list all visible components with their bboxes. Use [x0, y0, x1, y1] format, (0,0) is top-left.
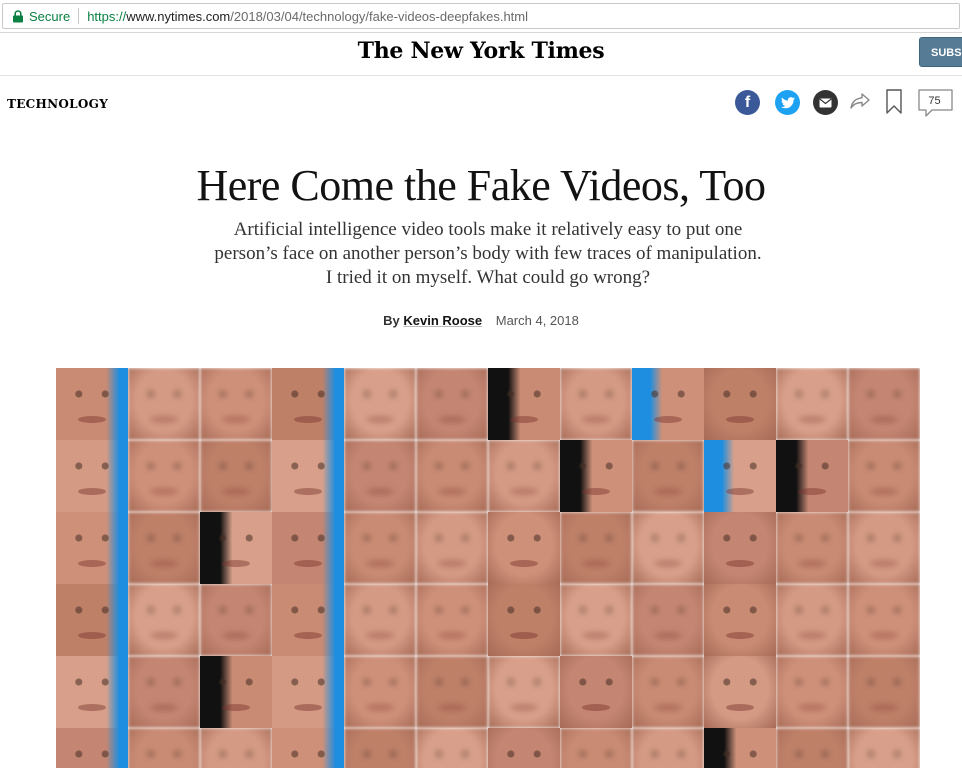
- face-tile: [848, 584, 920, 656]
- comment-count: 75: [928, 95, 941, 107]
- face-tile: [128, 728, 200, 768]
- face-tile: [200, 440, 272, 512]
- face-tile: [416, 368, 488, 440]
- face-tile: [560, 512, 632, 584]
- masthead: The New York Times SUBSC: [0, 33, 962, 76]
- face-tile: [776, 728, 848, 768]
- face-tile: [632, 584, 704, 656]
- face-tile: [56, 656, 128, 728]
- face-tile: [272, 512, 344, 584]
- url-field[interactable]: Secure https://www.nytimes.com/2018/03/0…: [2, 3, 960, 29]
- address-divider: [78, 8, 80, 24]
- face-tile: [488, 728, 560, 768]
- face-tile: [776, 584, 848, 656]
- face-tile: [632, 440, 704, 512]
- face-tile: [128, 656, 200, 728]
- secure-label: Secure: [29, 8, 71, 24]
- face-tile: [272, 728, 344, 768]
- face-tile: [416, 512, 488, 584]
- face-tile: [200, 512, 272, 584]
- face-tile: [632, 368, 704, 440]
- face-tile: [344, 368, 416, 440]
- face-tile: [488, 656, 560, 728]
- lead-image-face-grid: [56, 368, 920, 768]
- face-tile: [848, 368, 920, 440]
- face-tile: [56, 440, 128, 512]
- face-tile: [56, 728, 128, 768]
- face-tile: [776, 512, 848, 584]
- face-tile: [848, 656, 920, 728]
- face-tile: [560, 440, 632, 512]
- facebook-icon[interactable]: f: [735, 90, 760, 115]
- face-tile: [416, 728, 488, 768]
- section-label[interactable]: TECHNOLOGY: [7, 97, 108, 111]
- face-tile: [272, 584, 344, 656]
- face-tile: [488, 368, 560, 440]
- face-tile: [704, 584, 776, 656]
- face-tile: [416, 584, 488, 656]
- face-tile: [488, 440, 560, 512]
- byline: By Kevin Roose March 4, 2018: [0, 313, 962, 328]
- author-link[interactable]: Kevin Roose: [403, 313, 482, 328]
- face-tile: [632, 512, 704, 584]
- face-tile: [56, 584, 128, 656]
- subscribe-button[interactable]: SUBSC: [919, 37, 962, 67]
- face-tile: [344, 728, 416, 768]
- browser-address-bar: Secure https://www.nytimes.com/2018/03/0…: [0, 0, 962, 33]
- lock-icon: [13, 9, 23, 22]
- face-tile: [704, 656, 776, 728]
- face-tile: [632, 656, 704, 728]
- face-tile: [200, 656, 272, 728]
- face-tile: [560, 584, 632, 656]
- face-tile: [128, 584, 200, 656]
- face-tile: [560, 728, 632, 768]
- face-tile: [704, 440, 776, 512]
- publish-date: March 4, 2018: [495, 313, 579, 328]
- face-tile: [488, 512, 560, 584]
- face-tile: [56, 512, 128, 584]
- face-tile: [632, 728, 704, 768]
- face-tile: [128, 368, 200, 440]
- face-tile: [200, 368, 272, 440]
- url-path: /2018/03/04/technology/fake-videos-deepf…: [230, 8, 529, 24]
- face-tile: [848, 728, 920, 768]
- article-headline: Here Come the Fake Videos, Too: [196, 161, 766, 210]
- nyt-logo[interactable]: The New York Times: [0, 38, 962, 64]
- twitter-icon[interactable]: [775, 90, 800, 115]
- face-tile: [200, 584, 272, 656]
- face-tile: [272, 368, 344, 440]
- url-host: www.nytimes.com: [126, 8, 231, 24]
- face-tile: [704, 512, 776, 584]
- face-tile: [200, 728, 272, 768]
- face-tile: [848, 512, 920, 584]
- face-tile: [272, 440, 344, 512]
- article-summary: Artificial intelligence video tools make…: [214, 219, 762, 288]
- email-icon[interactable]: [813, 90, 838, 115]
- face-tile: [272, 656, 344, 728]
- face-tile: [776, 656, 848, 728]
- face-tile: [416, 656, 488, 728]
- face-tile: [344, 440, 416, 512]
- face-tile: [128, 440, 200, 512]
- bookmark-icon[interactable]: [885, 89, 903, 120]
- face-tile: [416, 440, 488, 512]
- face-tile: [344, 512, 416, 584]
- face-tile: [128, 512, 200, 584]
- face-tile: [776, 368, 848, 440]
- face-tile: [560, 368, 632, 440]
- face-tile: [848, 440, 920, 512]
- face-tile: [344, 656, 416, 728]
- face-tile: [56, 368, 128, 440]
- url-text: https://www.nytimes.com/2018/03/04/techn…: [87, 9, 528, 24]
- face-tile: [776, 440, 848, 512]
- face-tile: [560, 656, 632, 728]
- face-tile: [704, 728, 776, 768]
- face-tile: [344, 584, 416, 656]
- face-tile: [704, 368, 776, 440]
- byline-prefix: By: [383, 313, 400, 328]
- share-icon[interactable]: [849, 92, 871, 115]
- url-scheme: https://: [87, 8, 127, 24]
- face-tile: [488, 584, 560, 656]
